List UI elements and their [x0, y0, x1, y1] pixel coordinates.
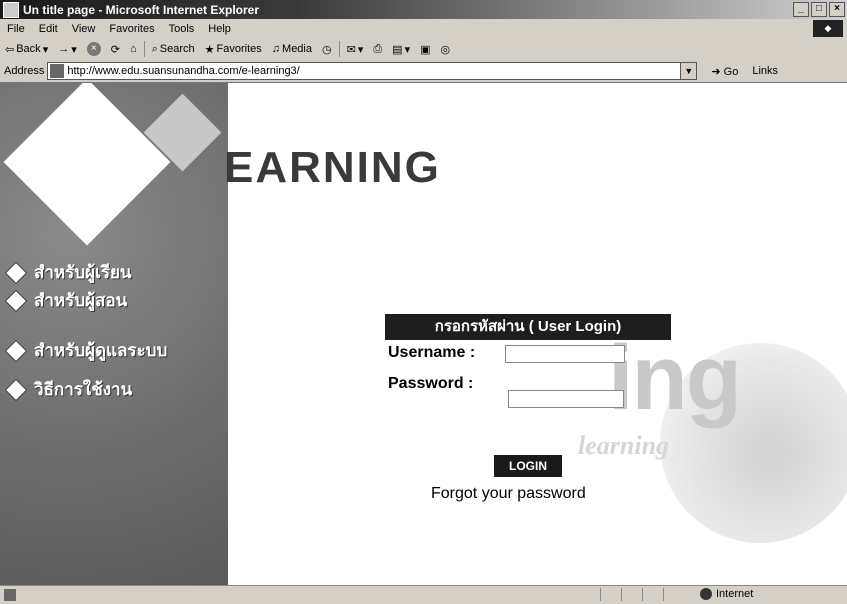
- password-label: Password :: [388, 375, 474, 392]
- password-field[interactable]: [508, 390, 624, 408]
- back-button[interactable]: ⇦ Back ▾: [0, 43, 53, 56]
- favorites-icon: ★: [204, 43, 215, 56]
- menu-file[interactable]: File: [0, 23, 32, 35]
- media-icon: ♫: [271, 43, 281, 55]
- nav-item-label: สำหรับผู้สอน: [34, 291, 128, 311]
- menu-edit[interactable]: Edit: [32, 23, 65, 35]
- history-icon: ◷: [322, 43, 332, 56]
- nav-item-admin[interactable]: สำหรับผู้ดูแลระบบ: [4, 337, 167, 364]
- chevron-down-icon: ▾: [71, 43, 77, 56]
- home-icon: ⌂: [129, 43, 137, 55]
- page-status-icon: [4, 589, 16, 601]
- diamond-bullet-icon: [4, 378, 28, 401]
- minimize-button[interactable]: _: [793, 2, 809, 17]
- chevron-down-icon: ▾: [357, 43, 364, 56]
- status-bar: Internet: [0, 585, 847, 604]
- messenger-button[interactable]: ◎: [436, 43, 456, 56]
- links-button[interactable]: Links: [752, 65, 778, 77]
- history-button[interactable]: ◷: [317, 43, 337, 56]
- messenger-icon: ◎: [440, 43, 451, 56]
- back-label: Back: [16, 43, 41, 55]
- window-titlebar: Un title page - Microsoft Internet Explo…: [0, 0, 847, 19]
- status-pane: [663, 588, 684, 601]
- ie-throbber-icon: ◆: [813, 20, 843, 37]
- address-dropdown-button[interactable]: ▼: [680, 63, 697, 79]
- username-label: Username :: [388, 344, 476, 361]
- chevron-down-icon: ▾: [42, 43, 49, 56]
- go-label: Go: [723, 65, 739, 78]
- sidebar: [0, 83, 228, 585]
- nav-item-teacher[interactable]: สำหรับผู้สอน: [4, 287, 127, 314]
- username-field[interactable]: [505, 345, 625, 363]
- go-button[interactable]: ➜ Go: [711, 65, 738, 78]
- menu-view[interactable]: View: [65, 23, 103, 35]
- toolbar-divider: [338, 41, 340, 57]
- address-bar: Address http://www.edu.suansunandha.com/…: [0, 60, 847, 83]
- status-pane: [642, 588, 663, 601]
- zone-label: Internet: [716, 588, 754, 600]
- maximize-button[interactable]: □: [811, 2, 827, 17]
- globe-icon: [700, 588, 712, 600]
- watermark-subtext: learning: [578, 431, 670, 460]
- address-input[interactable]: http://www.edu.suansunandha.com/e-learni…: [47, 62, 698, 80]
- print-icon: ⎙: [373, 42, 383, 55]
- status-pane: [621, 588, 642, 601]
- menu-favorites[interactable]: Favorites: [102, 23, 161, 35]
- mail-button[interactable]: ✉ ▾: [342, 43, 369, 56]
- page-content: สำหรับผู้เรียน สำหรับผู้สอน สำหรับผู้ดูแ…: [0, 83, 847, 585]
- favorites-label: Favorites: [216, 43, 262, 55]
- mail-icon: ✉: [346, 43, 356, 56]
- menu-help[interactable]: Help: [201, 23, 238, 35]
- page-heading: EARNING: [224, 143, 441, 192]
- stop-icon: ×: [86, 42, 101, 56]
- nav-item-student[interactable]: สำหรับผู้เรียน: [4, 259, 132, 286]
- forgot-password-link[interactable]: Forgot your password: [431, 485, 586, 503]
- nav-item-label: วิธีการใช้งาน: [34, 380, 133, 400]
- watermark-text: ing: [608, 327, 742, 429]
- security-zone: Internet: [700, 588, 753, 600]
- window-title: Un title page - Microsoft Internet Explo…: [23, 2, 260, 17]
- search-button[interactable]: ⌕ Search: [147, 43, 200, 56]
- diamond-bullet-icon: [4, 339, 28, 362]
- login-button[interactable]: LOGIN: [494, 455, 562, 477]
- status-pane: [600, 588, 621, 601]
- discuss-icon: ▣: [420, 43, 431, 56]
- edit-icon: ▤: [392, 43, 403, 56]
- status-panes: [600, 588, 684, 601]
- chevron-down-icon: ▾: [404, 43, 411, 56]
- refresh-icon: ⟳: [110, 43, 120, 56]
- diamond-bullet-icon: [4, 289, 28, 312]
- discuss-button[interactable]: ▣: [415, 43, 435, 56]
- go-arrow-icon: ➜: [711, 65, 721, 78]
- ie-app-icon: [3, 1, 19, 18]
- close-button[interactable]: ×: [829, 2, 845, 17]
- window-controls: _ □ ×: [793, 2, 845, 17]
- search-icon: ⌕: [151, 42, 158, 55]
- login-header: กรอกรหัสผ่าน ( User Login): [385, 314, 671, 340]
- forward-arrow-icon: →: [58, 43, 70, 55]
- decorative-diamond-large: [3, 83, 171, 246]
- nav-item-label: สำหรับผู้ดูแลระบบ: [34, 341, 168, 361]
- nav-item-label: สำหรับผู้เรียน: [34, 263, 132, 283]
- address-label: Address: [4, 65, 45, 77]
- page-icon: [50, 64, 65, 78]
- media-label: Media: [282, 43, 312, 55]
- stop-button[interactable]: ×: [82, 42, 106, 56]
- search-label: Search: [159, 43, 195, 55]
- menubar: File Edit View Favorites Tools Help ◆: [0, 19, 847, 39]
- forward-button[interactable]: → ▾: [53, 43, 82, 56]
- print-button[interactable]: ⎙: [368, 43, 387, 56]
- toolbar: ⇦ Back ▾ → ▾ × ⟳ ⌂ ⌕ Search ★ Favorites …: [0, 38, 847, 61]
- address-url: http://www.edu.suansunandha.com/e-learni…: [67, 65, 300, 77]
- home-button[interactable]: ⌂: [125, 43, 142, 55]
- toolbar-divider: [143, 41, 145, 57]
- diamond-bullet-icon: [4, 261, 28, 284]
- edit-button[interactable]: ▤ ▾: [387, 43, 415, 56]
- nav-item-howto[interactable]: วิธีการใช้งาน: [4, 376, 132, 403]
- back-arrow-icon: ⇦: [5, 43, 15, 56]
- media-button[interactable]: ♫ Media: [267, 43, 317, 55]
- menu-tools[interactable]: Tools: [162, 23, 202, 35]
- favorites-button[interactable]: ★ Favorites: [200, 43, 267, 56]
- refresh-button[interactable]: ⟳: [106, 43, 125, 56]
